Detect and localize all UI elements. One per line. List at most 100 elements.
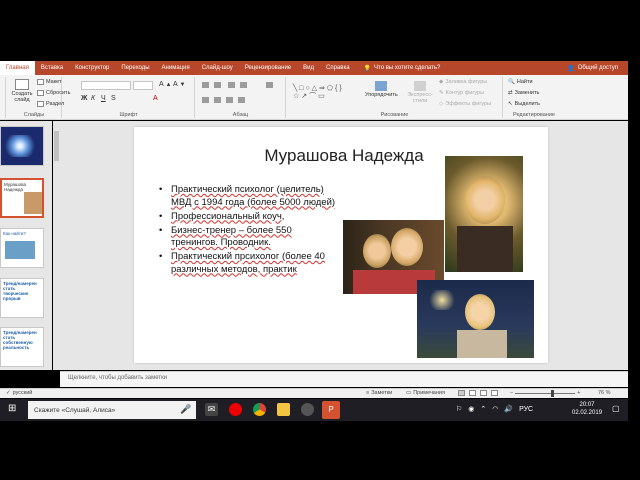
notifications-icon[interactable]: ▢ [612,404,620,413]
bold-icon[interactable]: Ж [81,95,87,102]
taskbar-search-box[interactable]: Скажите «Слушай, Алиса» [28,401,196,419]
wifi-icon[interactable]: ◠ [492,405,498,413]
text-direction-icon[interactable] [266,82,273,88]
mail-icon[interactable]: ✉ [205,403,218,416]
select-label: Выделить [514,101,540,107]
layout-button[interactable]: Макет [37,79,62,85]
tell-me-box[interactable]: 💡 Что вы хотите сделать? [364,65,441,72]
font-color-icon[interactable]: A [153,95,158,102]
section-button[interactable]: Раздел [37,101,64,107]
portrait-photo-2[interactable] [417,280,534,358]
zoom-level[interactable]: 76 % [598,390,611,396]
zoom-slider[interactable]: − + [510,389,580,397]
align-center-icon[interactable] [214,97,221,103]
slide-thumb-5-text: Тренд/намерен стать собственную реальнос… [3,330,37,350]
notes-toggle[interactable]: ≡ Заметки [366,390,392,396]
bullet-item: Профессиональный коуч, [159,211,339,224]
italic-icon[interactable]: К [91,95,95,102]
quick-styles-label: Экспресс-стили [407,92,433,104]
volume-icon[interactable]: 🔊 [504,405,513,413]
network-icon[interactable]: ◉ [468,405,474,413]
select-button[interactable]: ↖ Выделить [508,101,540,107]
comments-toggle[interactable]: ▭ Примечания [406,390,445,396]
slide-thumb-4-text: Тренд/намерен стать творческие прорыв [3,281,37,301]
shrink-font-icon[interactable]: A ▼ [173,81,185,88]
find-button[interactable]: 🔍 Найти [508,79,533,85]
align-left-icon[interactable] [202,97,209,103]
tab-help[interactable]: Справка [320,61,356,75]
zoom-thumb[interactable] [551,389,555,397]
tab-animation[interactable]: Анимация [156,61,196,75]
slides-group: Создать слайд Макет Сбросить Раздел Слай… [7,77,70,118]
zoom-out-icon: − [510,390,514,396]
powerpoint-taskbar-icon[interactable]: P [322,401,340,419]
layout-label: Макет [46,79,62,85]
bullet-text: Профессиональный коуч, [171,210,285,222]
shadow-icon[interactable]: S [111,95,116,102]
microphone-icon[interactable]: 🎤 [180,404,191,415]
slide-sorter-icon[interactable] [469,390,476,396]
find-label: Найти [516,79,533,85]
numbering-icon[interactable] [214,82,221,88]
tab-design[interactable]: Конструктор [69,61,115,75]
select-icon: ↖ [508,101,513,107]
tab-transitions[interactable]: Переходы [115,61,155,75]
tab-insert[interactable]: Вставка [35,61,69,75]
yandex-browser-icon[interactable] [229,403,242,416]
tab-slideshow[interactable]: Слайд-шоу [196,61,239,75]
slide-thumb-1[interactable] [0,126,44,166]
tab-view[interactable]: Вид [297,61,320,75]
portrait-photo-1[interactable] [445,156,523,272]
reading-view-icon[interactable] [480,390,487,396]
font-size-box[interactable] [133,81,153,90]
shapes-gallery[interactable]: ╲□○△⇒⬠{}☆↗⌒▭ [293,80,351,106]
slide-thumb-5[interactable]: Тренд/намерен стать собственную реальнос… [0,327,44,367]
font-name-box[interactable] [81,81,131,90]
thumbnails-scrollbar[interactable] [53,121,60,370]
chrome-icon[interactable] [253,403,266,416]
slide-thumb-2[interactable]: Мурашова Надежда [0,178,44,218]
slide-title[interactable]: Мурашова Надежда [244,146,444,166]
slide-thumbnails-panel: Мурашова Надежда Как найти? Тренд/намере… [0,121,52,370]
bullet-text: Бизнес-тренер – более 550 тренингов. Про… [171,224,292,249]
slideshow-view-icon[interactable] [491,390,498,396]
align-right-icon[interactable] [226,97,233,103]
quick-styles-button[interactable]: Экспресс-стили [405,81,435,104]
clock[interactable]: 20:07 02.02.2019 [572,401,602,417]
shape-fill-button[interactable]: ◆ Заливка фигуры [439,79,487,85]
grow-font-icon[interactable]: A ▲ [159,81,171,88]
file-explorer-icon[interactable] [277,403,290,416]
bullet-text: Практический прсихолог (более 40 различн… [171,251,325,275]
slide-canvas[interactable]: Мурашова Надежда Практический психолог (… [134,127,548,363]
font-group: A ▲ A ▼ Ж К Ч S A Шрифт [63,77,195,118]
notes-pane[interactable]: Щелкните, чтобы добавить заметки [60,371,628,387]
portrait-body-2 [457,330,507,358]
decrease-indent-icon[interactable] [228,82,235,88]
windows-start-icon[interactable]: ⊞ [8,403,16,414]
section-label: Раздел [46,101,65,107]
tab-home[interactable]: Главная [0,61,35,75]
arrange-label: Упорядочить [365,92,398,98]
tab-review[interactable]: Рецензирование [239,61,297,75]
person-icon: 👤 [567,65,575,72]
bullets-icon[interactable] [202,82,209,88]
slide-thumb-4[interactable]: Тренд/намерен стать творческие прорыв [0,278,44,318]
chevron-up-icon[interactable]: ⌃ [480,405,486,413]
slide-thumb-3[interactable]: Как найти? [0,228,44,268]
increase-indent-icon[interactable] [240,82,247,88]
tray-icon[interactable]: ⚐ [456,405,462,413]
justify-icon[interactable] [238,97,245,103]
shape-effects-button[interactable]: ◇ Эффекты фигуры [439,101,491,107]
thumbnails-scroll-thumb[interactable] [54,131,59,161]
replace-button[interactable]: ⇄ Заменить [508,90,539,96]
shape-outline-button[interactable]: ✎ Контур фигуры [439,90,484,96]
input-language[interactable]: РУС [519,406,533,413]
arrange-button[interactable]: Упорядочить [365,81,398,98]
language-indicator[interactable]: ✓ русский [6,390,32,396]
normal-view-icon[interactable] [458,390,465,396]
camera-icon[interactable] [301,403,314,416]
new-slide-button[interactable]: Создать слайд [11,79,33,103]
bullet-list[interactable]: Практический психолог (целитель) МВД с 1… [159,184,339,278]
share-button[interactable]: 👤 Общий доступ [567,65,628,72]
underline-icon[interactable]: Ч [101,95,106,102]
